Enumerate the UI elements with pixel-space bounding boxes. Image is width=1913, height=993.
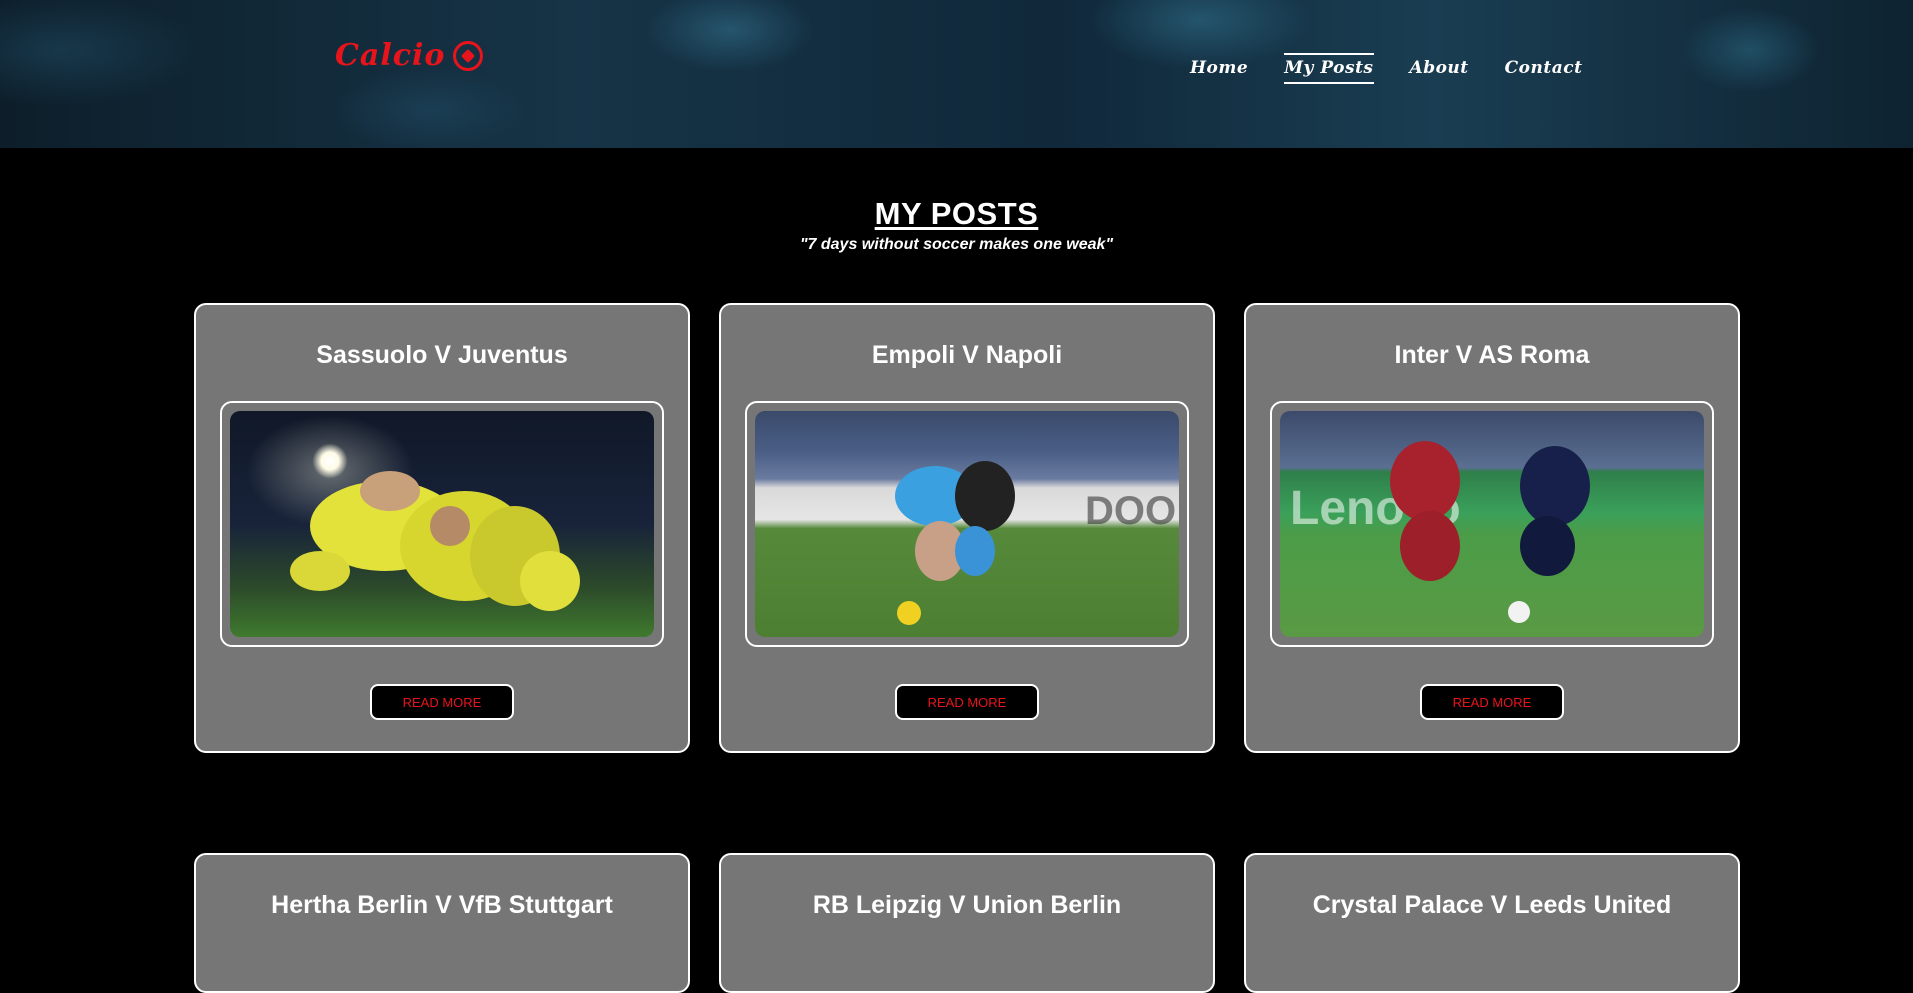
- post-title: Crystal Palace V Leeds United: [1312, 891, 1672, 919]
- site-header: Calcio Home My Posts About Contact: [0, 0, 1913, 148]
- post-image: DOO: [755, 411, 1179, 637]
- post-title: Empoli V Napoli: [871, 341, 1063, 369]
- post-card: Sassuolo V Juventus READ MORE: [194, 303, 690, 753]
- logo-text: Calcio: [335, 38, 446, 73]
- page-title: MY POSTS: [874, 196, 1039, 231]
- page-subtitle: "7 days without soccer makes one weak": [799, 236, 1114, 253]
- post-image: [230, 411, 654, 637]
- post-image-frame: [220, 401, 664, 647]
- post-title: RB Leipzig V Union Berlin: [812, 891, 1122, 919]
- post-image-frame: Lenovo: [1270, 401, 1714, 647]
- post-card: Empoli V Napoli DOO READ MORE: [719, 303, 1215, 753]
- nav-about[interactable]: About: [1410, 56, 1469, 80]
- read-more-button[interactable]: READ MORE: [1420, 684, 1564, 720]
- site-logo[interactable]: Calcio: [335, 38, 484, 73]
- soccer-ball-icon: [453, 40, 484, 71]
- juventus-celebration-photo: [230, 411, 654, 637]
- post-card: RB Leipzig V Union Berlin: [719, 853, 1215, 993]
- post-card: Crystal Palace V Leeds United: [1244, 853, 1740, 993]
- post-image-frame: DOO: [745, 401, 1189, 647]
- nav-home[interactable]: Home: [1190, 56, 1248, 80]
- inter-roma-duel-photo: Lenovo: [1280, 411, 1704, 637]
- post-title: Hertha Berlin V VfB Stuttgart: [271, 891, 613, 919]
- nav-contact[interactable]: Contact: [1505, 56, 1583, 80]
- napoli-player-dribbling-photo: DOO: [755, 411, 1179, 637]
- read-more-button[interactable]: READ MORE: [370, 684, 514, 720]
- post-card: Inter V AS Roma Lenovo READ MORE: [1244, 303, 1740, 753]
- read-more-button[interactable]: READ MORE: [895, 684, 1039, 720]
- post-image: Lenovo: [1280, 411, 1704, 637]
- post-title: Sassuolo V Juventus: [316, 341, 568, 369]
- nav-my-posts[interactable]: My Posts: [1284, 53, 1374, 84]
- post-title: Inter V AS Roma: [1394, 341, 1590, 369]
- main-nav: Home My Posts About Contact: [1190, 53, 1583, 84]
- post-card: Hertha Berlin V VfB Stuttgart: [194, 853, 690, 993]
